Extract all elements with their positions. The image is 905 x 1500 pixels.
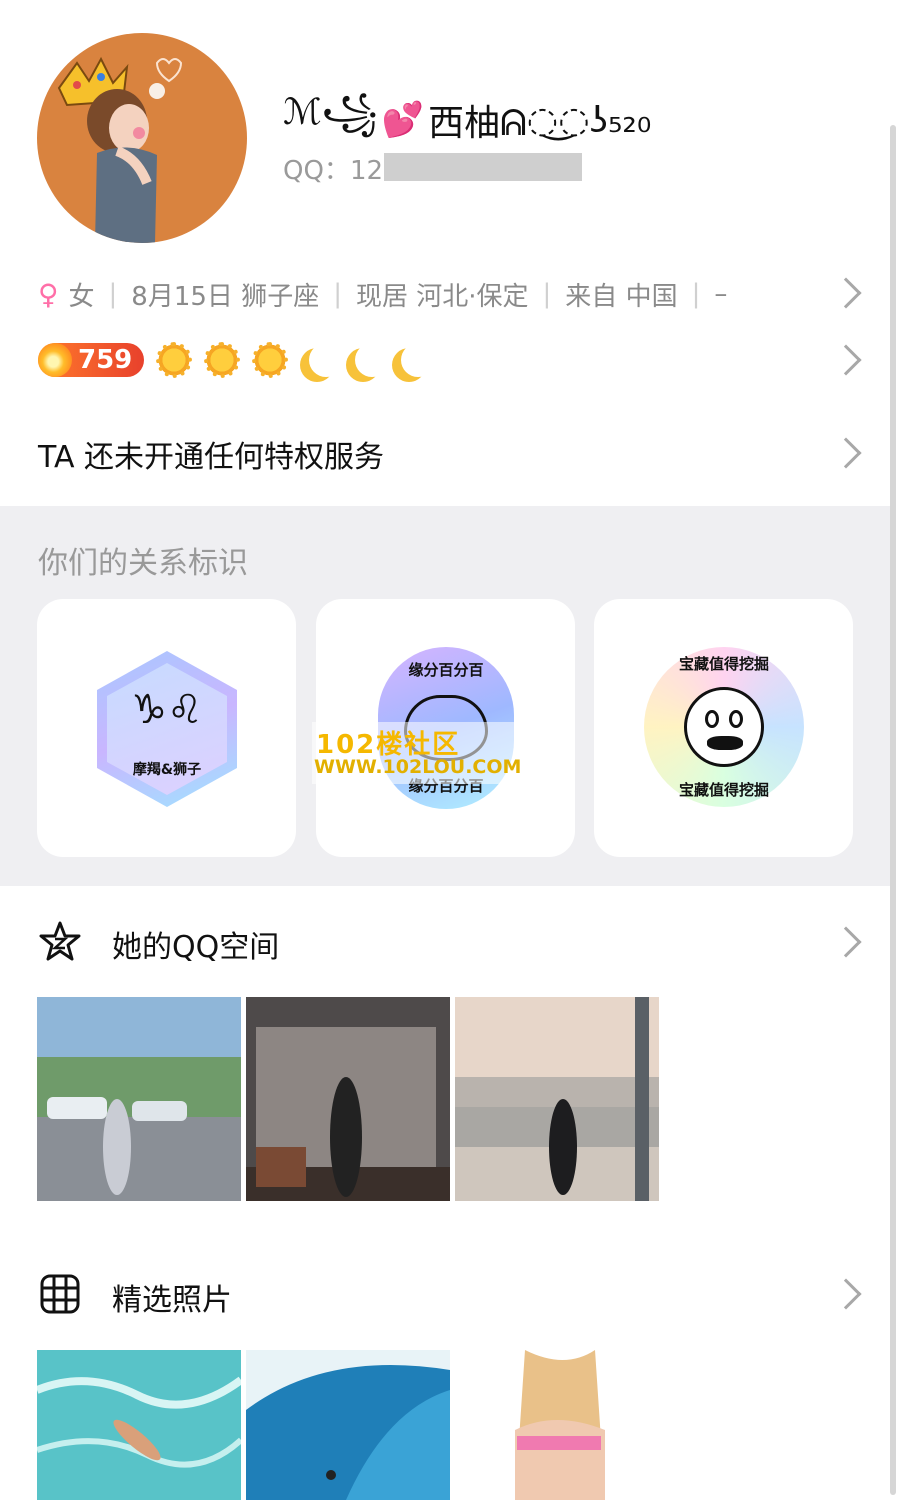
qq-label: QQ： — [283, 156, 350, 186]
location: 河北·保定 — [416, 281, 529, 312]
featured-photo[interactable] — [455, 1350, 659, 1500]
location-label: 现居 — [355, 281, 408, 312]
treasure-badge: 宝藏值得挖掘 宝藏值得挖掘 — [644, 647, 804, 807]
avatar-illustration — [57, 56, 183, 243]
zodiac-badge: ♑♌ 摩羯&狮子 — [97, 651, 237, 807]
moon-icon — [401, 343, 435, 377]
level-value: 759 — [78, 345, 133, 375]
zodiac: 狮子座 — [241, 281, 320, 312]
qq-redaction — [384, 153, 582, 181]
avatar[interactable] — [37, 33, 247, 243]
watermark: 102楼社区 WWW.102LOU.COM — [312, 722, 538, 784]
privilege-status[interactable]: TA 还未开通任何特权服务 — [38, 432, 384, 476]
female-icon: ♀ — [38, 277, 59, 311]
sun-icon — [156, 342, 193, 378]
divider: | — [542, 279, 552, 309]
from: 中国 — [625, 281, 678, 312]
relationship-title: 你们的关系标识 — [38, 546, 248, 581]
qq-level-row[interactable]: 759 — [38, 340, 426, 380]
from-label: 来自 — [565, 281, 618, 312]
gender: 女 — [68, 281, 95, 312]
photos-title[interactable]: 精选照片 — [112, 1275, 232, 1319]
nickname-prefix: ℳ꧁ — [283, 91, 378, 133]
relationship-badge-card[interactable]: 宝藏值得挖掘 宝藏值得挖掘 — [594, 599, 853, 857]
moon-icon — [355, 343, 389, 377]
chevron-right-icon[interactable] — [830, 344, 862, 376]
zodiac-badge-label: 摩羯&狮子 — [132, 762, 202, 778]
chevron-right-icon[interactable] — [830, 926, 862, 958]
qq-visible-digits: 12 — [349, 156, 384, 186]
sun-icon — [252, 342, 289, 378]
zodiac-icon: ♑♌ — [131, 687, 203, 733]
moon-icon — [309, 343, 343, 377]
profile-info-row[interactable]: ♀ 女 | 8月15日 狮子座 | 现居 河北·保定 | 来自 中国 | – — [38, 273, 838, 315]
relationship-section: 你们的关系标识 ♑♌ 摩羯&狮子 缘分百分百 缘分百分百 宝藏值得挖掘 宝藏值得… — [0, 506, 890, 886]
treasure-badge-side-text: 宝藏值得挖掘 — [678, 781, 769, 799]
heart-icon: 💕 — [381, 100, 425, 140]
divider: | — [108, 279, 118, 309]
qzone-photo[interactable] — [37, 997, 241, 1201]
divider: | — [333, 279, 342, 309]
nickname-suffix: ◌͜◌ʖ₅₂₀ — [526, 99, 652, 141]
nickname: ℳ꧁ 💕 西柚ᕱ ◌͜◌ʖ₅₂₀ — [283, 92, 651, 148]
qzone-photo[interactable] — [246, 997, 450, 1201]
qq-number: QQ：12 — [283, 150, 383, 187]
qzone-photo[interactable] — [455, 997, 659, 1201]
grid-icon — [40, 1274, 80, 1314]
flame-icon — [38, 343, 72, 377]
fate-badge-top-text: 缘分百分百 — [408, 661, 484, 679]
chevron-right-icon[interactable] — [830, 1278, 862, 1310]
level-badge: 759 — [38, 343, 145, 377]
nickname-main: 西柚ᕱ — [428, 103, 527, 144]
scrollbar[interactable] — [890, 125, 896, 1495]
birthday: 8月15日 — [131, 281, 233, 312]
watermark-line2: WWW.102LOU.COM — [314, 756, 522, 778]
qzone-title[interactable]: 她的QQ空间 — [112, 922, 279, 966]
treasure-badge-text: 宝藏值得挖掘 — [678, 655, 769, 673]
face-icon — [684, 687, 764, 767]
qzone-star-icon — [39, 921, 81, 961]
featured-photo[interactable] — [246, 1350, 450, 1500]
relationship-badge-card[interactable]: ♑♌ 摩羯&狮子 — [37, 599, 296, 857]
info-extra: – — [714, 279, 728, 309]
sun-icon — [204, 342, 241, 378]
featured-photo[interactable] — [37, 1350, 241, 1500]
divider: | — [691, 279, 701, 309]
chevron-right-icon[interactable] — [830, 437, 862, 469]
